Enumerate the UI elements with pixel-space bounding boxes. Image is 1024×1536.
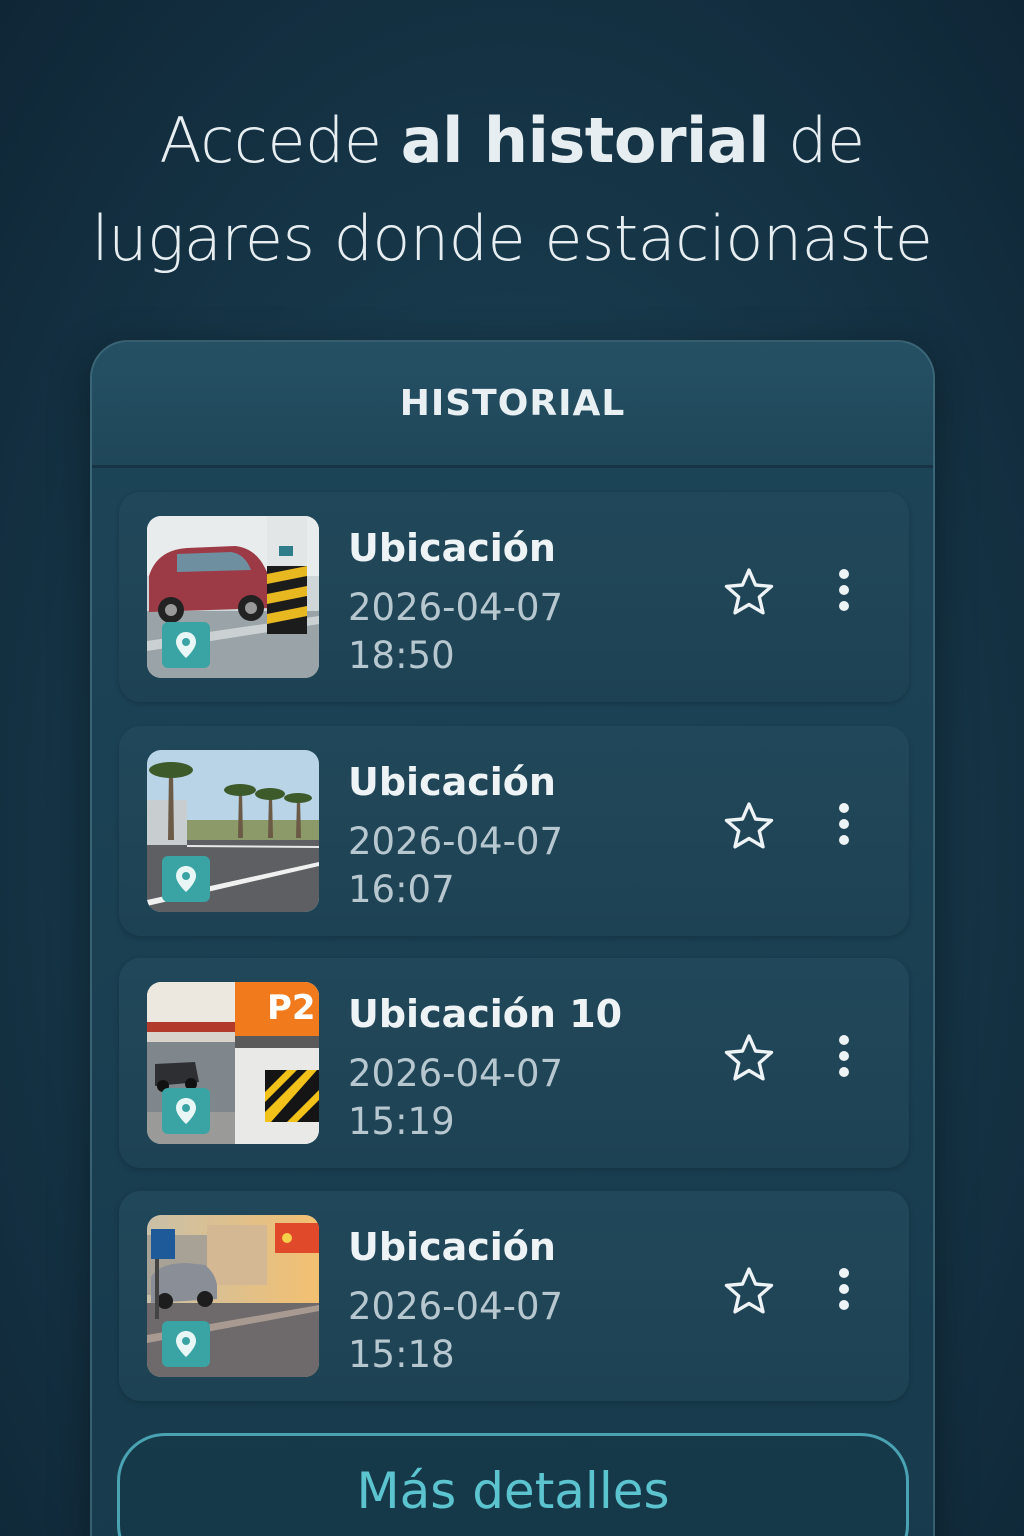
headline-text-2: de <box>768 104 865 177</box>
history-item-title: Ubicación 10 <box>348 992 623 1036</box>
star-outline-icon[interactable] <box>721 1263 777 1319</box>
history-item-date: 2026-04-07 <box>348 1285 564 1328</box>
parking-photo-thumbnail[interactable]: P2 <box>147 982 319 1144</box>
location-pin-icon <box>162 856 210 902</box>
location-pin-icon <box>162 622 210 668</box>
history-item-time: 15:18 <box>348 1333 455 1376</box>
parking-level-badge: P2 <box>267 988 316 1028</box>
history-item[interactable]: Ubicación 2026-04-07 15:18 <box>119 1191 909 1401</box>
star-outline-icon[interactable] <box>721 1030 777 1086</box>
more-details-button[interactable]: Más detalles <box>117 1433 909 1536</box>
location-pin-icon <box>162 1088 210 1134</box>
history-panel-title: HISTORIAL <box>399 383 626 424</box>
headline-line-2: lugares donde estacionaste <box>91 202 933 275</box>
parking-photo-thumbnail[interactable] <box>147 1215 319 1377</box>
history-item-title: Ubicación <box>348 526 556 570</box>
history-item-time: 16:07 <box>348 868 455 911</box>
more-vert-icon[interactable] <box>827 562 861 618</box>
more-vert-icon[interactable] <box>827 1261 861 1317</box>
star-outline-icon[interactable] <box>721 798 777 854</box>
history-item[interactable]: Ubicación 2026-04-07 18:50 <box>119 492 909 702</box>
history-item-date: 2026-04-07 <box>348 1052 564 1095</box>
parking-photo-thumbnail[interactable] <box>147 750 319 912</box>
history-item-time: 15:19 <box>348 1100 455 1143</box>
history-item[interactable]: P2 Ubicación 10 2026-04-07 15:19 <box>119 958 909 1168</box>
history-item[interactable]: Ubicación 2026-04-07 16:07 <box>119 726 909 936</box>
headline-line-1: Accede al historial de <box>0 92 1024 190</box>
page-headline: Accede al historial de lugares donde est… <box>0 92 1024 288</box>
more-vert-icon[interactable] <box>827 1028 861 1084</box>
history-panel: HISTORIAL Ubicación 2026-04-07 18:50 Ubi… <box>90 340 935 1536</box>
history-item-title: Ubicación <box>348 760 556 804</box>
headline-text-1: Accede <box>159 104 401 177</box>
history-item-time: 18:50 <box>348 634 455 677</box>
history-item-date: 2026-04-07 <box>348 820 564 863</box>
more-vert-icon[interactable] <box>827 796 861 852</box>
history-item-date: 2026-04-07 <box>348 586 564 629</box>
location-pin-icon <box>162 1321 210 1367</box>
more-details-label: Más detalles <box>356 1462 670 1520</box>
parking-photo-thumbnail[interactable] <box>147 516 319 678</box>
history-item-title: Ubicación <box>348 1225 556 1269</box>
headline-bold-text: al historial <box>400 104 770 177</box>
star-outline-icon[interactable] <box>721 564 777 620</box>
history-panel-header: HISTORIAL <box>92 342 933 468</box>
